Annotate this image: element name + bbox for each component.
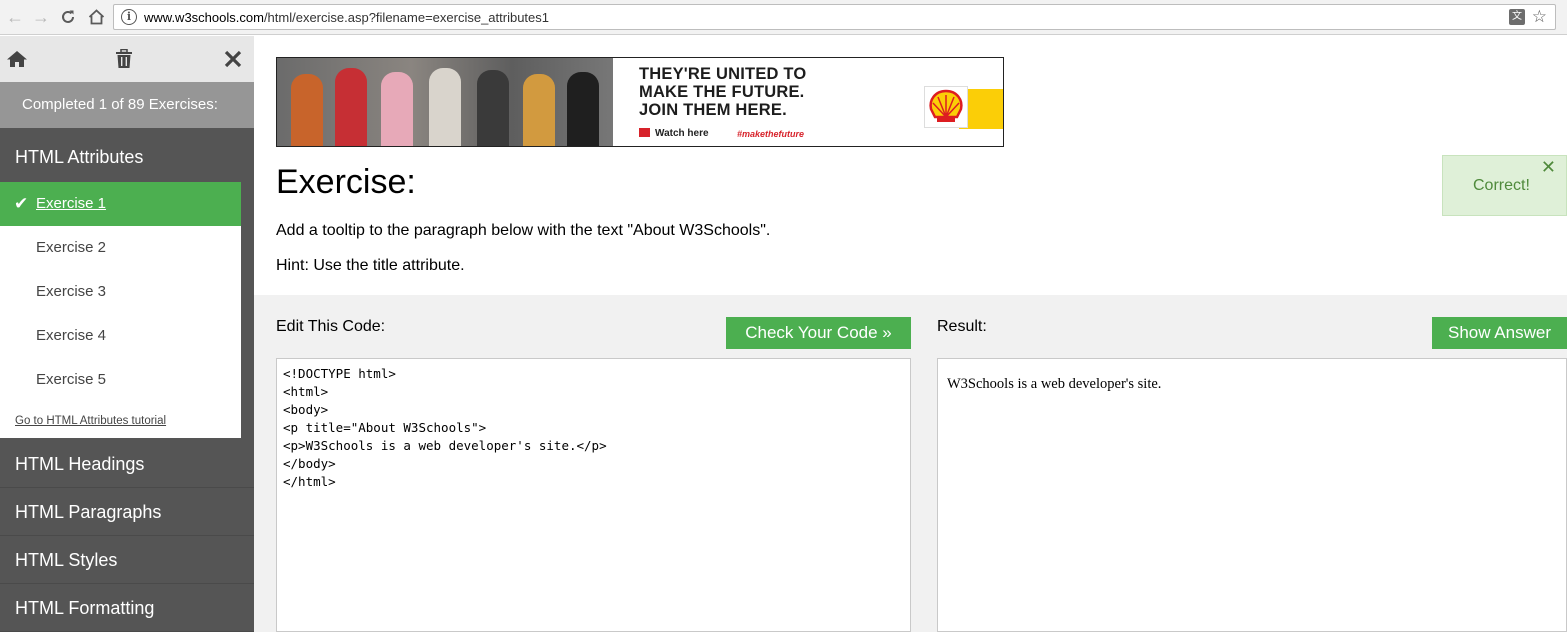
- address-bar[interactable]: i www.w3schools.com/html/exercise.asp?fi…: [113, 4, 1556, 30]
- checkmark-icon: ✔: [14, 194, 29, 213]
- exercise-item-2[interactable]: Exercise 2: [0, 226, 241, 270]
- correct-alert: Correct! ✕: [1442, 155, 1567, 216]
- correct-message: Correct!: [1473, 177, 1530, 194]
- result-label: Result:: [937, 318, 987, 335]
- code-line: <html>: [283, 384, 329, 399]
- info-icon[interactable]: i: [121, 9, 137, 25]
- code-line: </html>: [283, 474, 336, 489]
- exercise-hint: Hint: Use the title attribute.: [276, 257, 465, 274]
- forward-arrow-icon[interactable]: →: [30, 6, 52, 28]
- ad-person: [291, 74, 323, 146]
- result-paragraph: W3Schools is a web developer's site.: [947, 376, 1162, 392]
- exercise-label: Exercise 4: [36, 327, 107, 344]
- exercise-item-1[interactable]: ✔ Exercise 1: [0, 182, 241, 226]
- code-line: </body>: [283, 456, 336, 471]
- home-icon[interactable]: [4, 46, 30, 72]
- home-icon[interactable]: [85, 6, 107, 28]
- browser-toolbar: ← → i www.w3schools.com/html/exercise.as…: [0, 0, 1567, 35]
- url-text[interactable]: www.w3schools.com/html/exercise.asp?file…: [144, 10, 549, 25]
- tutorial-link[interactable]: Go to HTML Attributes tutorial: [0, 402, 241, 438]
- exercise-item-3[interactable]: Exercise 3: [0, 270, 241, 314]
- url-host: www.w3schools.com: [144, 10, 264, 25]
- exercise-instruction: Add a tooltip to the paragraph below wit…: [276, 222, 771, 239]
- sidebar-item-html-paragraphs[interactable]: HTML Paragraphs: [0, 488, 254, 536]
- ad-line: MAKE THE FUTURE.: [639, 83, 805, 101]
- code-line: <p title="About W3Schools">: [283, 420, 487, 435]
- ad-banner[interactable]: THEY'RE UNITED TO MAKE THE FUTURE. JOIN …: [276, 57, 1004, 147]
- result-frame: W3Schools is a web developer's site.: [937, 358, 1567, 632]
- ad-person: [477, 70, 509, 146]
- ad-watch-label: Watch here: [655, 128, 709, 139]
- section-title-html-attributes[interactable]: HTML Attributes: [0, 134, 254, 180]
- ad-person: [567, 72, 599, 146]
- code-line: <!DOCTYPE html>: [283, 366, 396, 381]
- ad-hashtag: #makethefuture: [737, 129, 805, 139]
- code-line: <body>: [283, 402, 329, 417]
- progress-text: Completed 1 of 89 Exercises:: [0, 82, 254, 128]
- sidebar-item-html-styles[interactable]: HTML Styles: [0, 536, 254, 584]
- translate-icon[interactable]: 文: [1509, 9, 1525, 25]
- edit-code-label: Edit This Code:: [276, 318, 386, 335]
- star-icon[interactable]: ☆: [1532, 7, 1547, 27]
- page-title: Exercise:: [276, 163, 416, 201]
- check-code-button[interactable]: Check Your Code »: [726, 317, 911, 349]
- code-line: <p>W3Schools is a web developer's site.<…: [283, 438, 607, 453]
- ad-person: [335, 68, 367, 146]
- play-icon: [639, 128, 650, 137]
- sidebar-item-html-formatting[interactable]: HTML Formatting: [0, 584, 254, 632]
- exercise-label: Exercise 5: [36, 371, 107, 388]
- ad-person: [429, 68, 461, 146]
- code-editor[interactable]: <!DOCTYPE html> <html> <body> <p title="…: [276, 358, 911, 632]
- exercise-item-4[interactable]: Exercise 4: [0, 314, 241, 358]
- exercise-item-5[interactable]: Exercise 5: [0, 358, 241, 402]
- close-icon[interactable]: ✕: [1541, 137, 1556, 197]
- ad-photo: [277, 58, 613, 146]
- reload-icon[interactable]: [57, 6, 79, 28]
- trash-icon[interactable]: [111, 46, 137, 72]
- sidebar-toolbar: [0, 36, 254, 82]
- shell-logo-icon: [924, 86, 968, 128]
- exercise-label: Exercise 2: [36, 239, 107, 256]
- ad-watch-link[interactable]: Watch here: [639, 128, 709, 139]
- url-path: /html/exercise.asp?filename=exercise_att…: [263, 10, 549, 25]
- close-icon[interactable]: [220, 46, 246, 72]
- exercise-label: Exercise 3: [36, 283, 107, 300]
- exercise-list: ✔ Exercise 1 Exercise 2 Exercise 3 Exerc…: [0, 182, 241, 438]
- exercise-label: Exercise 1: [36, 195, 107, 212]
- back-arrow-icon[interactable]: ←: [4, 6, 26, 28]
- ad-person: [523, 74, 555, 146]
- exercise-sidebar: Completed 1 of 89 Exercises: HTML Attrib…: [0, 36, 254, 632]
- ad-headline: THEY'RE UNITED TO MAKE THE FUTURE. JOIN …: [639, 65, 806, 119]
- sidebar-item-html-headings[interactable]: HTML Headings: [0, 440, 254, 488]
- ad-line: JOIN THEM HERE.: [639, 101, 787, 119]
- ad-line: THEY'RE UNITED TO: [639, 65, 807, 83]
- ad-person: [381, 72, 413, 146]
- show-answer-button[interactable]: Show Answer: [1432, 317, 1567, 349]
